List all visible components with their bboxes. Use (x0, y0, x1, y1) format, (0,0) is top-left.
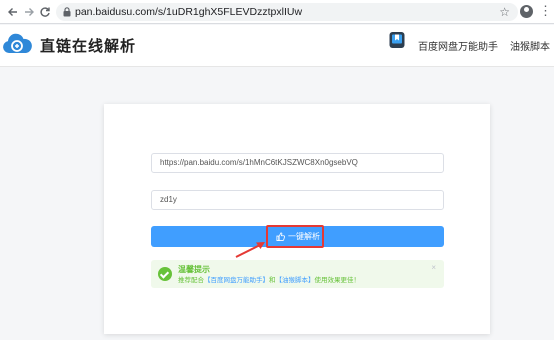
forward-button[interactable] (22, 4, 36, 20)
back-button[interactable] (6, 4, 20, 20)
parse-card: https://pan.baidu.com/s/1hMnC6tKJSZWC8Xn… (104, 104, 490, 334)
nav-link-pan-helper[interactable]: 百度网盘万能助手 (418, 38, 498, 53)
check-circle-icon (158, 267, 172, 281)
alert-text-prefix: 推荐配合 (178, 277, 204, 284)
browser-toolbar: pan.baidusu.com/s/1uDR1ghX5FLEVDzztpxlIU… (0, 0, 554, 24)
parse-button-label: 一键解析 (288, 232, 320, 241)
site-header: 直链在线解析 百度网盘万能助手 油猴脚本 (0, 25, 554, 67)
alert-link-userscript[interactable]: 【油猴脚本】 (276, 277, 315, 284)
site-title[interactable]: 直链在线解析 (40, 35, 136, 56)
alert-text: 推荐配合【百度网盘万能助手】和【油猴脚本】使用效果更佳！ (178, 277, 360, 285)
extract-code-input[interactable]: zd1y (151, 190, 444, 210)
alert-link-pan-helper[interactable]: 【百度网盘万能助手】 (204, 277, 269, 284)
tip-alert: 温馨提示 推荐配合【百度网盘万能助手】和【油猴脚本】使用效果更佳！ × (151, 260, 444, 288)
reload-icon (40, 7, 50, 17)
reload-button[interactable] (38, 4, 52, 20)
bookmark-app-icon[interactable] (389, 31, 405, 49)
alert-title: 温馨提示 (178, 265, 210, 274)
share-link-input[interactable]: https://pan.baidu.com/s/1hMnC6tKJSZWC8Xn… (151, 153, 444, 173)
annotation-arrow-icon (235, 242, 265, 258)
arrow-left-icon (8, 8, 17, 16)
account-icon[interactable] (520, 5, 533, 18)
arrow-right-icon (25, 8, 34, 16)
kebab-menu-icon[interactable]: ⋮ (539, 4, 552, 20)
cloud-logo-icon[interactable] (2, 31, 32, 59)
address-url: pan.baidusu.com/s/1uDR1ghX5FLEVDzztpxlIU… (75, 6, 303, 18)
address-bar[interactable]: pan.baidusu.com/s/1uDR1ghX5FLEVDzztpxlIU… (56, 3, 518, 21)
alert-text-suffix: 使用效果更佳！ (314, 277, 361, 284)
star-icon[interactable]: ☆ (499, 4, 510, 20)
nav-link-userscript[interactable]: 油猴脚本 (510, 38, 550, 53)
lock-icon (63, 7, 71, 17)
parse-button[interactable]: 一键解析 (151, 225, 444, 248)
close-icon[interactable]: × (431, 263, 436, 272)
thumbs-up-icon (276, 232, 285, 241)
